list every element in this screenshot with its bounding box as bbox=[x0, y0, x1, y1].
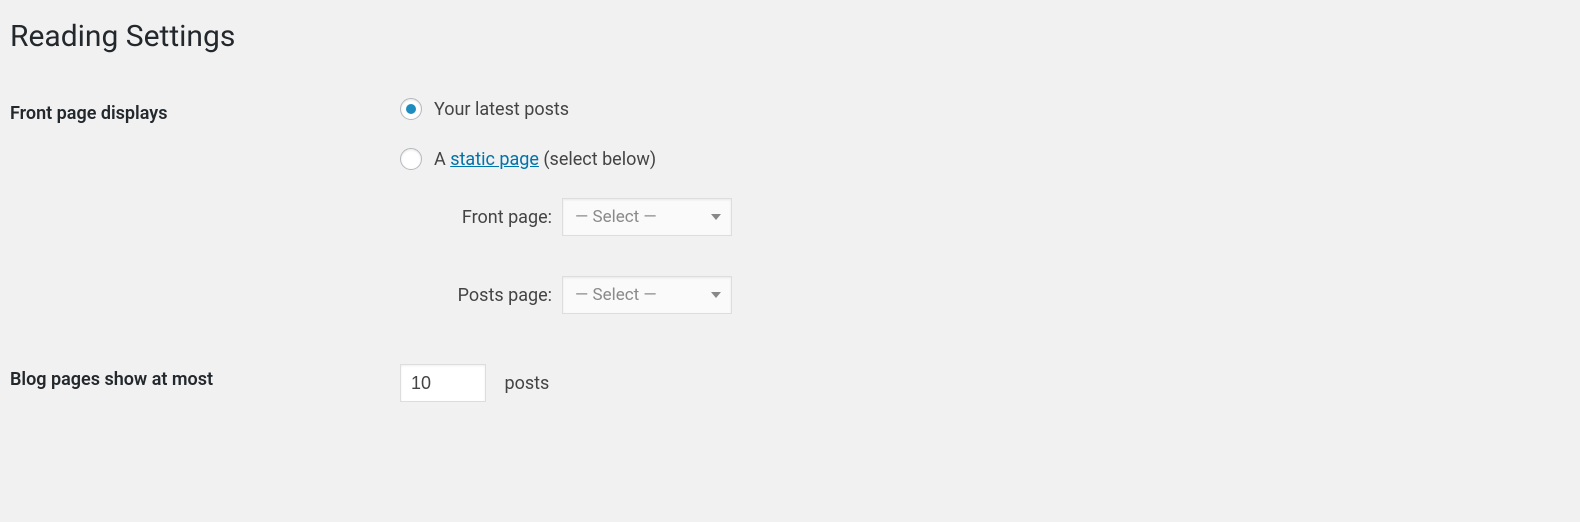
blog-pages-count-input[interactable] bbox=[400, 364, 486, 402]
chevron-down-icon bbox=[711, 292, 721, 298]
front-page-select-value: — Select — bbox=[575, 207, 657, 227]
static-suffix: (select below) bbox=[539, 149, 656, 170]
front-page-select-label: Front page: bbox=[432, 207, 562, 228]
blog-pages-unit: posts bbox=[504, 373, 549, 394]
page-title: Reading Settings bbox=[10, 10, 1570, 58]
posts-page-select-value: — Select — bbox=[575, 285, 657, 305]
front-page-displays-label: Front page displays bbox=[10, 83, 390, 349]
radio-latest-posts-label[interactable]: Your latest posts bbox=[434, 99, 569, 120]
static-page-link[interactable]: static page bbox=[450, 149, 539, 170]
chevron-down-icon bbox=[711, 214, 721, 220]
posts-page-select[interactable]: — Select — bbox=[562, 276, 732, 314]
radio-latest-posts[interactable] bbox=[400, 98, 422, 120]
front-page-select[interactable]: — Select — bbox=[562, 198, 732, 236]
blog-pages-label: Blog pages show at most bbox=[10, 349, 390, 417]
posts-page-select-label: Posts page: bbox=[432, 285, 562, 306]
radio-static-page-label[interactable]: A static page (select below) bbox=[434, 149, 656, 170]
radio-static-page[interactable] bbox=[400, 148, 422, 170]
static-prefix: A bbox=[434, 149, 450, 170]
